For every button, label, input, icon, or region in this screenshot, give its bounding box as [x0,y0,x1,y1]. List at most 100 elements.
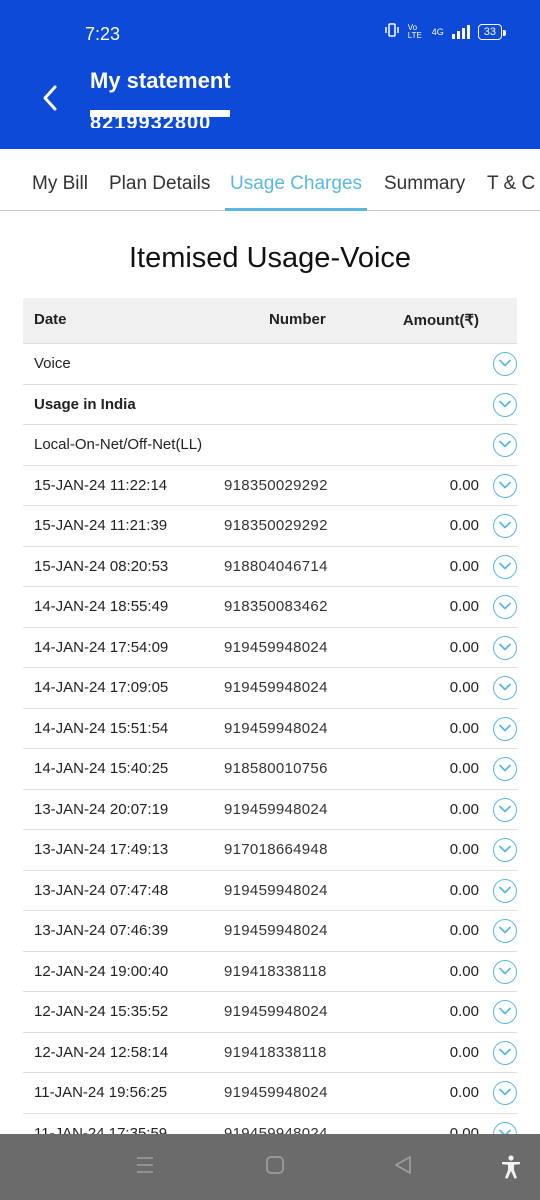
table-row[interactable]: 12-JAN-24 12:58:14 919418338118 0.00 [23,1033,517,1073]
section-heading: Itemised Usage-Voice [128,242,412,274]
tab-plan-details[interactable]: Plan Details [109,173,210,195]
call-date: 11-JAN-24 19:56:25 [34,1084,168,1101]
call-amount: 0.00 [449,638,479,656]
menu-icon[interactable] [136,1154,154,1181]
status-icons: Vo LTE 4G 33 [384,22,507,40]
chevron-down-icon [499,1007,511,1015]
chevron-down-icon [499,643,511,650]
chevron-down-icon [499,683,511,691]
expand-button[interactable] [493,473,517,498]
expand-button[interactable] [493,1081,517,1105]
tab-terms[interactable]: T & C [487,173,535,195]
tab-my-bill[interactable]: My Bill [32,173,88,195]
call-amount: 0.00 [449,800,479,818]
redaction-bar [90,110,230,117]
tab-summary[interactable]: Summary [384,173,465,195]
status-time: 7:23 [85,24,121,44]
call-amount: 0.00 [449,719,479,737]
table-row[interactable]: 12-JAN-24 19:00:40 919418338118 0.00 [23,952,517,992]
expand-button[interactable] [493,878,517,903]
call-number: 918804046714 [224,557,328,575]
expand-button[interactable] [493,433,517,457]
call-number: 917018664948 [224,841,328,858]
chevron-down-icon [499,602,511,610]
call-number: 918350083462 [224,598,328,615]
back-button[interactable] [42,84,58,112]
call-amount: 0.00 [449,557,479,575]
expand-button[interactable] [493,757,517,781]
expand-button[interactable] [493,716,517,741]
call-number: 918580010756 [224,760,328,777]
chevron-down-icon [499,521,511,529]
table-row[interactable]: 15-JAN-24 11:21:39 918350029292 0.00 [23,506,517,547]
expand-button[interactable] [493,514,517,538]
call-number: 919459948024 [224,638,328,656]
call-number: 919459948024 [224,881,328,899]
table-row[interactable]: 15-JAN-24 11:22:14 918350029292 0.00 [23,466,517,506]
table-row[interactable]: 13-JAN-24 07:47:48 919459948024 0.00 [23,871,517,911]
page-title: My statement [90,68,231,93]
expand-button[interactable] [493,919,517,943]
triangle-back-icon[interactable] [393,1154,413,1181]
table-row[interactable]: 11-JAN-24 19:56:25 919459948024 0.00 [23,1073,517,1114]
call-date: 12-JAN-24 19:00:40 [34,962,169,980]
signal-icon [451,24,470,39]
vibrate-icon [384,23,400,40]
column-date: Date [34,311,67,328]
table-row[interactable]: 14-JAN-24 18:55:49 918350083462 0.00 [23,587,517,628]
expand-button[interactable] [493,595,517,619]
call-date: 14-JAN-24 17:09:05 [34,679,169,696]
home-icon[interactable] [265,1154,285,1181]
column-amount: Amount(₹) [402,312,479,329]
call-amount: 0.00 [449,881,479,899]
table-row[interactable]: 14-JAN-24 15:40:25 918580010756 0.00 [23,749,517,790]
expand-button[interactable] [493,554,517,579]
section-label: Local-On-Net/Off-Net(LL) [34,436,203,453]
chevron-down-icon [499,764,511,772]
call-amount: 0.00 [449,841,479,858]
expand-button[interactable] [493,959,517,984]
section-row[interactable]: Voice [23,344,517,385]
table-row[interactable]: 13-JAN-24 17:49:13 917018664948 0.00 [23,830,517,871]
table-row[interactable]: 12-JAN-24 15:35:52 919459948024 0.00 [23,992,517,1033]
table-row[interactable]: 14-JAN-24 17:54:09 919459948024 0.00 [23,628,517,668]
chevron-down-icon [499,724,511,731]
call-number: 919418338118 [224,1043,327,1061]
chevron-down-icon [499,1088,511,1096]
chevron-left-icon [43,85,57,111]
call-amount: 0.00 [449,1043,479,1061]
call-number: 919459948024 [224,1003,328,1020]
expand-button[interactable] [493,838,517,862]
table-row[interactable]: 15-JAN-24 08:20:53 918804046714 0.00 [23,547,517,587]
expand-button[interactable] [493,392,517,417]
call-date: 13-JAN-24 07:47:48 [34,881,169,899]
chevron-down-icon [499,1048,511,1055]
call-date: 12-JAN-24 15:35:52 [34,1003,169,1020]
chevron-down-icon [499,400,511,407]
section-row[interactable]: Local-On-Net/Off-Net(LL) [23,425,517,466]
chevron-down-icon [499,440,511,448]
table-row[interactable]: 14-JAN-24 15:51:54 919459948024 0.00 [23,709,517,749]
section-row[interactable]: Usage in India [23,385,517,425]
expand-button[interactable] [493,635,517,660]
table-header: Date Number Amount(₹) [23,298,517,344]
expand-button[interactable] [493,1040,517,1065]
volte-icon: Vo LTE [407,22,422,40]
expand-button[interactable] [493,797,517,822]
expand-button[interactable] [493,352,517,376]
call-number: 919459948024 [224,800,328,818]
chevron-down-icon [499,805,511,812]
table-row[interactable]: 14-JAN-24 17:09:05 919459948024 0.00 [23,668,517,709]
call-date: 14-JAN-24 17:54:09 [34,638,169,656]
call-amount: 0.00 [449,598,479,615]
expand-button[interactable] [493,1000,517,1024]
call-amount: 0.00 [449,679,479,696]
table-row[interactable]: 13-JAN-24 20:07:19 919459948024 0.00 [23,790,517,830]
tab-usage-charges[interactable]: Usage Charges [230,173,362,195]
accessibility-icon[interactable] [500,1154,522,1185]
call-amount: 0.00 [449,1003,479,1020]
table-row[interactable]: 13-JAN-24 07:46:39 919459948024 0.00 [23,911,517,952]
expand-button[interactable] [493,676,517,700]
chevron-down-icon [499,926,511,934]
call-number: 919418338118 [224,962,327,980]
